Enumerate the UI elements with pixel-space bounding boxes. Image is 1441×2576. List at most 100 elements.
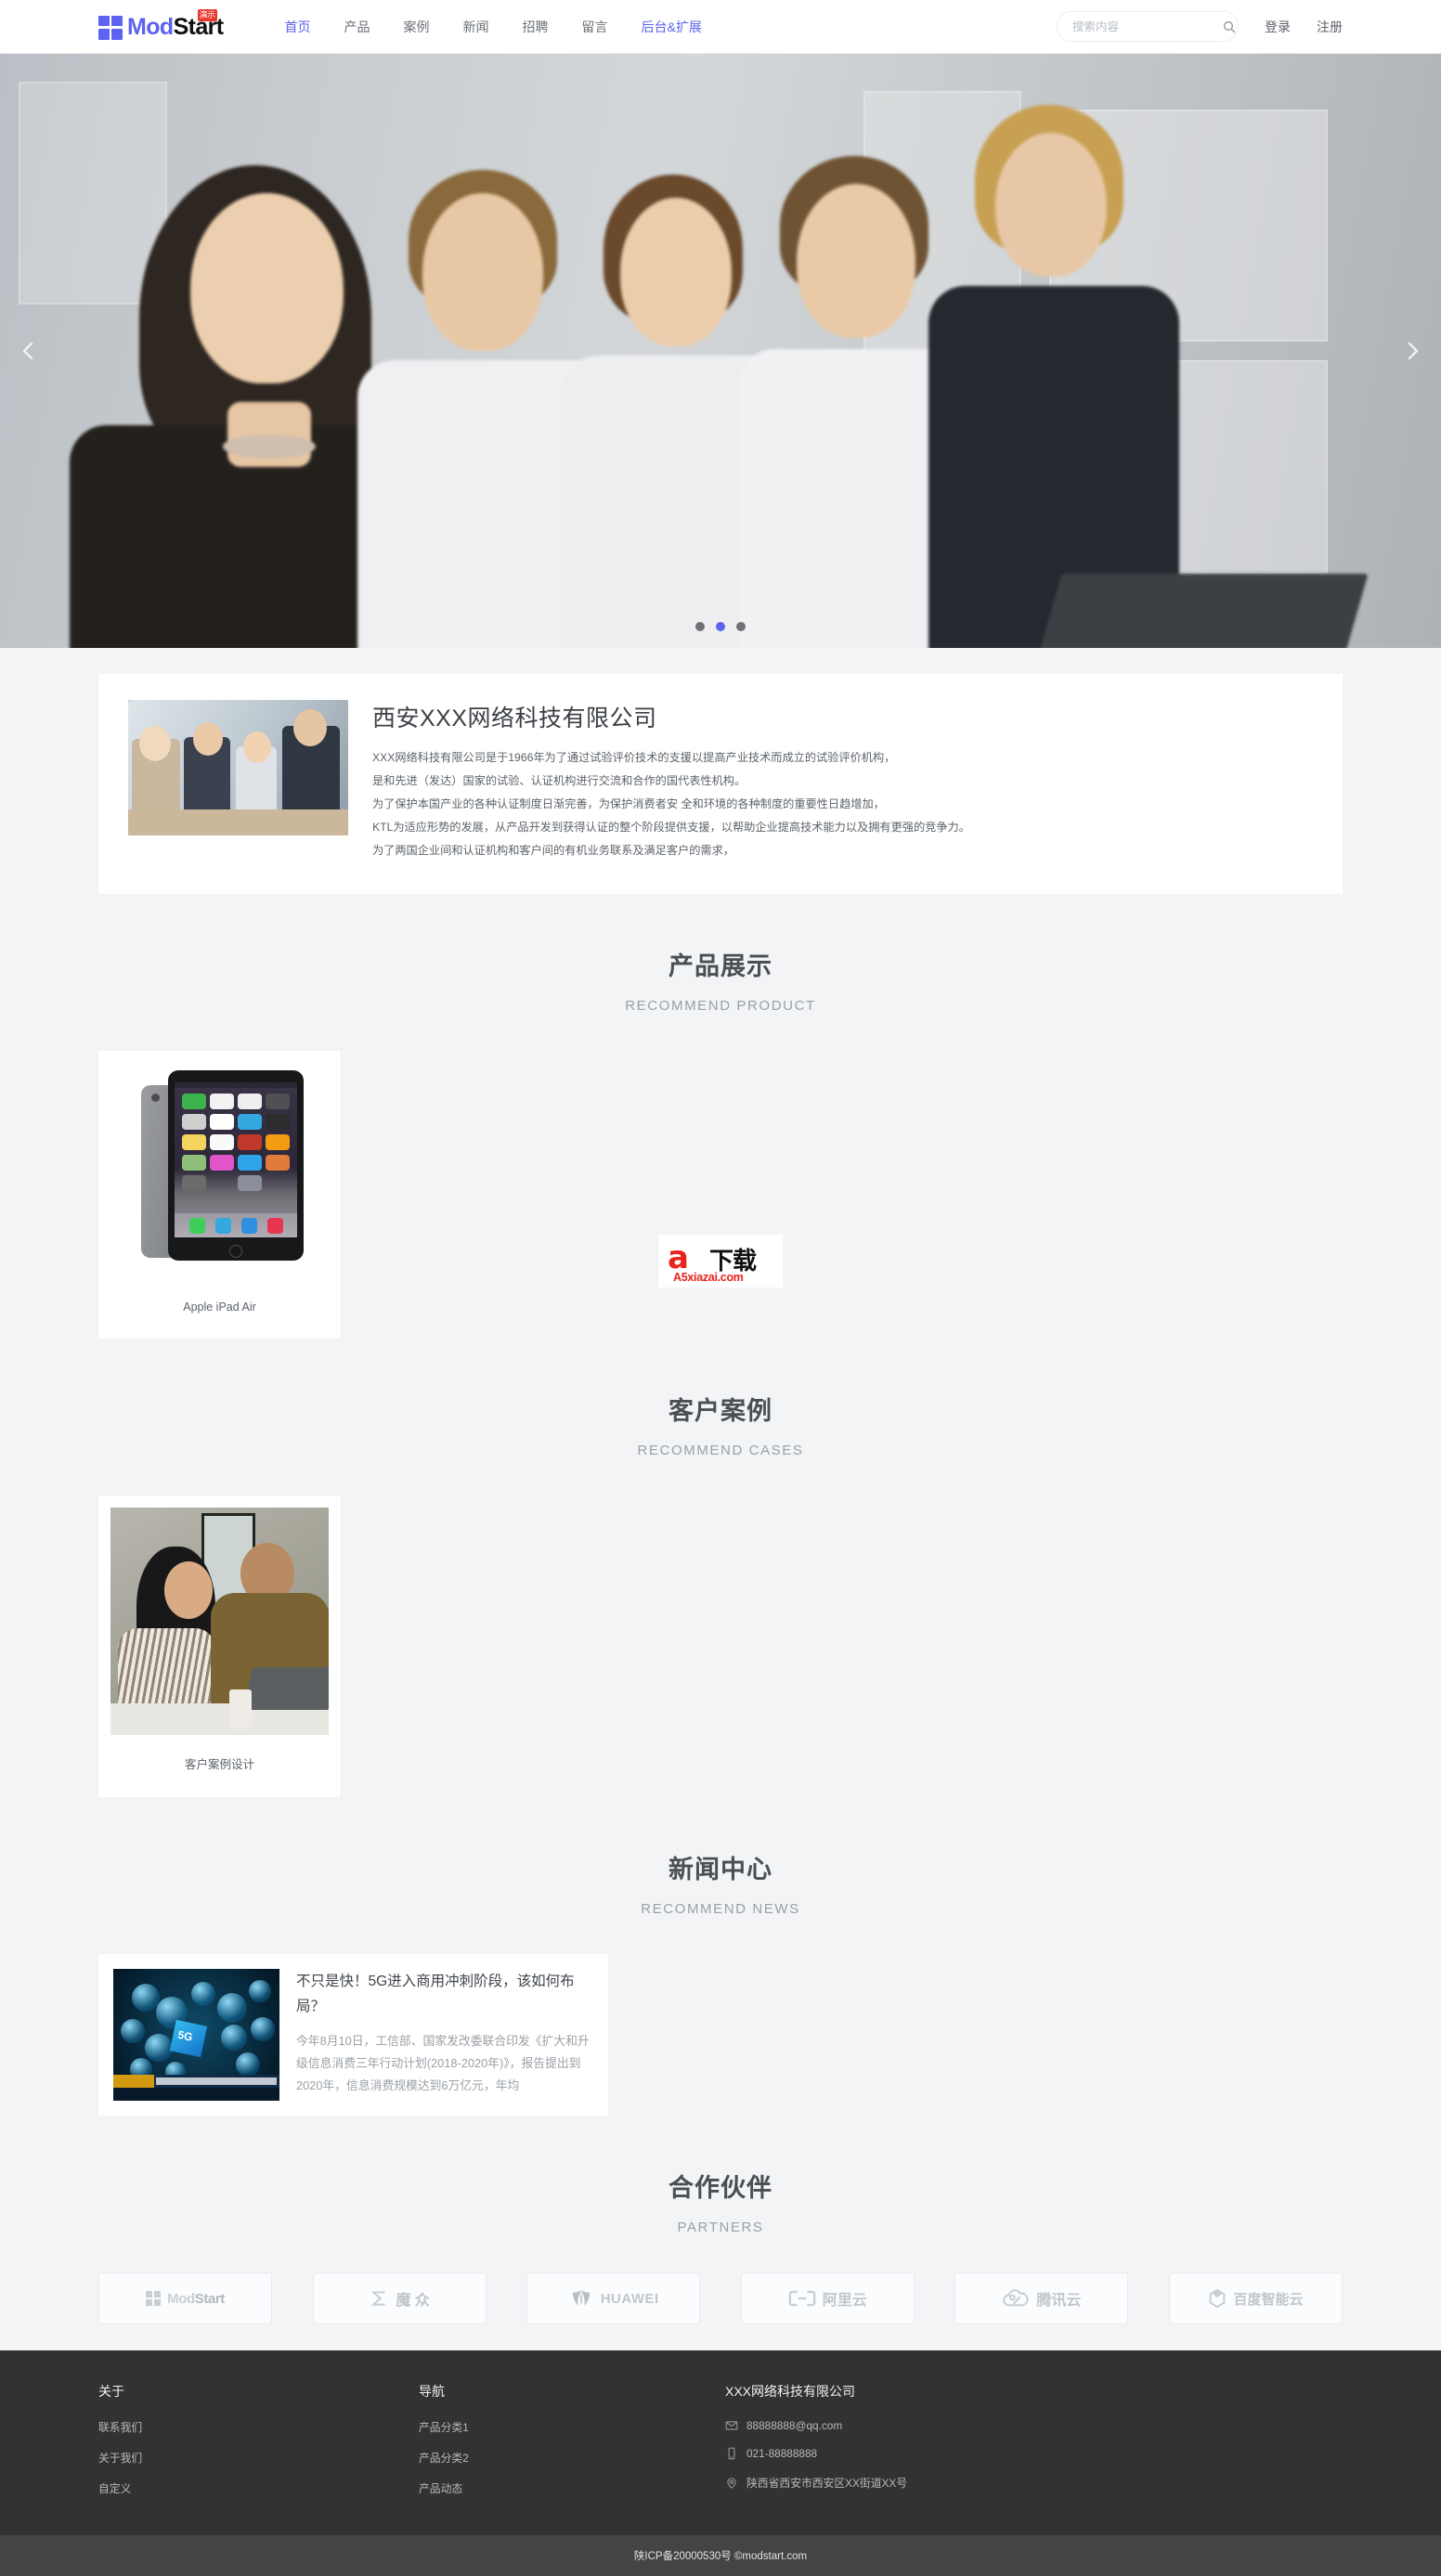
case-thumbnail <box>110 1508 329 1735</box>
carousel-next-button[interactable] <box>1391 330 1434 372</box>
footer-phone: 021-88888888 <box>746 2447 818 2460</box>
section-subtitle-news: RECOMMEND NEWS <box>641 1901 800 1917</box>
about-paragraph-1: XXX网络科技有限公司是于1966年为了通过试验评价技术的支援以提高产业技术而成… <box>372 751 896 764</box>
search-input[interactable] <box>1072 19 1222 33</box>
footer-column-contact: XXX网络科技有限公司 88888888@qq.com 021-88888888… <box>725 2382 1343 2511</box>
chevron-right-icon <box>1408 342 1419 360</box>
site-logo[interactable]: ModStart 演示 <box>98 8 224 41</box>
partner-label: HUAWEI <box>600 2290 659 2307</box>
nav-item-cases[interactable]: 案例 <box>387 18 447 36</box>
news-card[interactable]: 5G 不只是快！5G进入商用冲刺阶段，该如何布局？ 今年8月10日，工信部、国家… <box>98 1954 608 2116</box>
copyright-bar: 陕ICP备20000530号 ©modstart.com <box>0 2535 1441 2576</box>
about-paragraph-4: KTL为适应形势的发展，从产品开发到获得认证的整个阶段提供支援，以帮助企业提高技… <box>372 821 970 834</box>
section-subtitle-product: RECOMMEND PRODUCT <box>625 998 816 1014</box>
partner-tencentcloud[interactable]: 腾讯云 <box>954 2272 1129 2324</box>
partner-mozhong[interactable]: 魔 众 <box>312 2272 487 2324</box>
partner-modstart[interactable]: ModStart <box>98 2272 272 2324</box>
section-header-news: 新闻中心 RECOMMEND NEWS <box>98 1797 1343 1917</box>
site-footer: 关于 联系我们 关于我们 自定义 导航 产品分类1 产品分类2 产品动态 XXX… <box>0 2350 1441 2535</box>
section-title-partners: 合作伙伴 <box>669 2174 772 2202</box>
case-title: 客户案例设计 <box>184 1758 254 1771</box>
carousel-dot-1[interactable] <box>695 622 705 631</box>
nav-item-message[interactable]: 留言 <box>565 18 625 36</box>
footer-link-news[interactable]: 产品动态 <box>419 2480 725 2496</box>
product-grid: Apple iPad Air a 下载 A5xiazai.com <box>98 1051 1343 1339</box>
location-pin-icon <box>727 2477 736 2489</box>
footer-link-aboutus[interactable]: 关于我们 <box>98 2450 419 2466</box>
mozhong-logo-icon <box>370 2291 386 2306</box>
footer-address: 陕西省西安市西安区XX街道XX号 <box>746 2477 908 2490</box>
case-grid: 客户案例设计 <box>98 1495 1343 1797</box>
footer-email: 88888888@qq.com <box>746 2419 843 2432</box>
case-card[interactable]: 客户案例设计 <box>98 1495 341 1797</box>
partner-huawei[interactable]: HUAWEI <box>526 2272 701 2324</box>
modstart-logo-icon <box>98 15 123 40</box>
brand-text-part1: Mod <box>127 13 174 40</box>
news-grid: 5G 不只是快！5G进入商用冲刺阶段，该如何布局？ 今年8月10日，工信部、国家… <box>98 1954 1343 2116</box>
carousel-prev-button[interactable] <box>7 330 50 372</box>
footer-phone-line: 021-88888888 <box>725 2447 1343 2460</box>
nav-item-jobs[interactable]: 招聘 <box>506 18 565 36</box>
footer-link-custom[interactable]: 自定义 <box>98 2480 419 2496</box>
hero-carousel[interactable] <box>0 54 1441 648</box>
section-title-product: 产品展示 <box>669 952 772 980</box>
nav-item-admin-ext[interactable]: 后台&扩展 <box>625 18 719 36</box>
product-card[interactable]: Apple iPad Air <box>98 1051 341 1339</box>
about-paragraph-3: 为了保护本国产业的各种认证制度日渐完善，为保护消费者安 全和环境的各种制度的重要… <box>372 797 885 810</box>
demo-badge: 演示 <box>197 8 217 21</box>
a5-watermark: a 下载 A5xiazai.com <box>658 1235 783 1288</box>
footer-link-contact[interactable]: 联系我们 <box>98 2419 419 2435</box>
nav-item-home[interactable]: 首页 <box>268 18 328 36</box>
footer-column-about: 关于 联系我们 关于我们 自定义 <box>98 2382 419 2511</box>
footer-column-nav: 导航 产品分类1 产品分类2 产品动态 <box>419 2382 725 2511</box>
watermark-domain: A5xiazai.com <box>673 1270 744 1284</box>
partner-grid: ModStart 魔 众 HUAWEI 阿里云 腾讯云 百度智能云 <box>98 2272 1343 2345</box>
carousel-dots <box>695 622 746 631</box>
footer-address-line: 陕西省西安市西安区XX街道XX号 <box>725 2475 1343 2491</box>
about-company-image <box>128 700 348 835</box>
footer-heading-nav: 导航 <box>419 2384 445 2399</box>
footer-link-category2[interactable]: 产品分类2 <box>419 2450 725 2466</box>
tencentcloud-logo-icon <box>1003 2289 1029 2307</box>
hero-slide-image <box>0 54 1441 648</box>
section-subtitle-partners: PARTNERS <box>677 2220 764 2235</box>
section-title-cases: 客户案例 <box>669 1397 772 1425</box>
partner-label: 阿里云 <box>822 2293 867 2309</box>
product-thumbnail <box>110 1063 329 1281</box>
chevron-left-icon <box>22 342 33 360</box>
about-paragraph-2: 是和先进（发达）国家的试验、认证机构进行交流和合作的国代表性机构。 <box>372 774 746 787</box>
carousel-dot-2[interactable] <box>716 622 725 631</box>
register-link[interactable]: 注册 <box>1317 18 1343 36</box>
section-title-news: 新闻中心 <box>669 1856 772 1883</box>
product-title: Apple iPad Air <box>183 1301 256 1314</box>
section-subtitle-cases: RECOMMEND CASES <box>637 1443 804 1458</box>
partner-label: 百度智能云 <box>1233 2291 1304 2308</box>
partner-aliyun[interactable]: 阿里云 <box>740 2272 915 2324</box>
footer-link-category1[interactable]: 产品分类1 <box>419 2419 725 2435</box>
huawei-logo-icon <box>572 2290 590 2306</box>
partner-label: 魔 众 <box>396 2293 430 2309</box>
section-header-partners: 合作伙伴 PARTNERS <box>98 2116 1343 2235</box>
watermark-letter: a <box>668 1238 689 1276</box>
site-header: ModStart 演示 首页 产品 案例 新闻 招聘 留言 后台&扩展 登录 注… <box>0 0 1441 54</box>
nav-item-news[interactable]: 新闻 <box>447 18 506 36</box>
mail-icon <box>725 2421 738 2430</box>
about-company-title: 西安XXX网络科技有限公司 <box>372 705 657 731</box>
nav-item-products[interactable]: 产品 <box>328 18 387 36</box>
search-icon[interactable] <box>1222 19 1237 34</box>
footer-email-line: 88888888@qq.com <box>725 2419 1343 2432</box>
about-paragraph-5: 为了两国企业间和认证机构和客户间的有机业务联系及满足客户的需求， <box>372 844 734 857</box>
partner-baiduyun[interactable]: 百度智能云 <box>1168 2272 1343 2324</box>
news-thumbnail: 5G <box>113 1969 279 2101</box>
partner-label: 腾讯云 <box>1036 2293 1082 2309</box>
footer-company-name: XXX网络科技有限公司 <box>725 2384 856 2399</box>
news-description: 今年8月10日，工信部、国家发改委联合印发《扩大和升级信息消费三年行动计划(20… <box>296 2034 590 2092</box>
carousel-dot-3[interactable] <box>736 622 746 631</box>
footer-heading-about: 关于 <box>98 2384 124 2399</box>
about-company-card: 西安XXX网络科技有限公司 XXX网络科技有限公司是于1966年为了通过试验评价… <box>98 674 1343 894</box>
news-title: 不只是快！5G进入商用冲刺阶段，该如何布局？ <box>296 1974 575 2014</box>
aliyun-logo-icon <box>788 2290 816 2307</box>
search-box[interactable] <box>1057 11 1239 42</box>
modstart-logo-icon <box>146 2291 162 2306</box>
login-link[interactable]: 登录 <box>1265 18 1291 36</box>
